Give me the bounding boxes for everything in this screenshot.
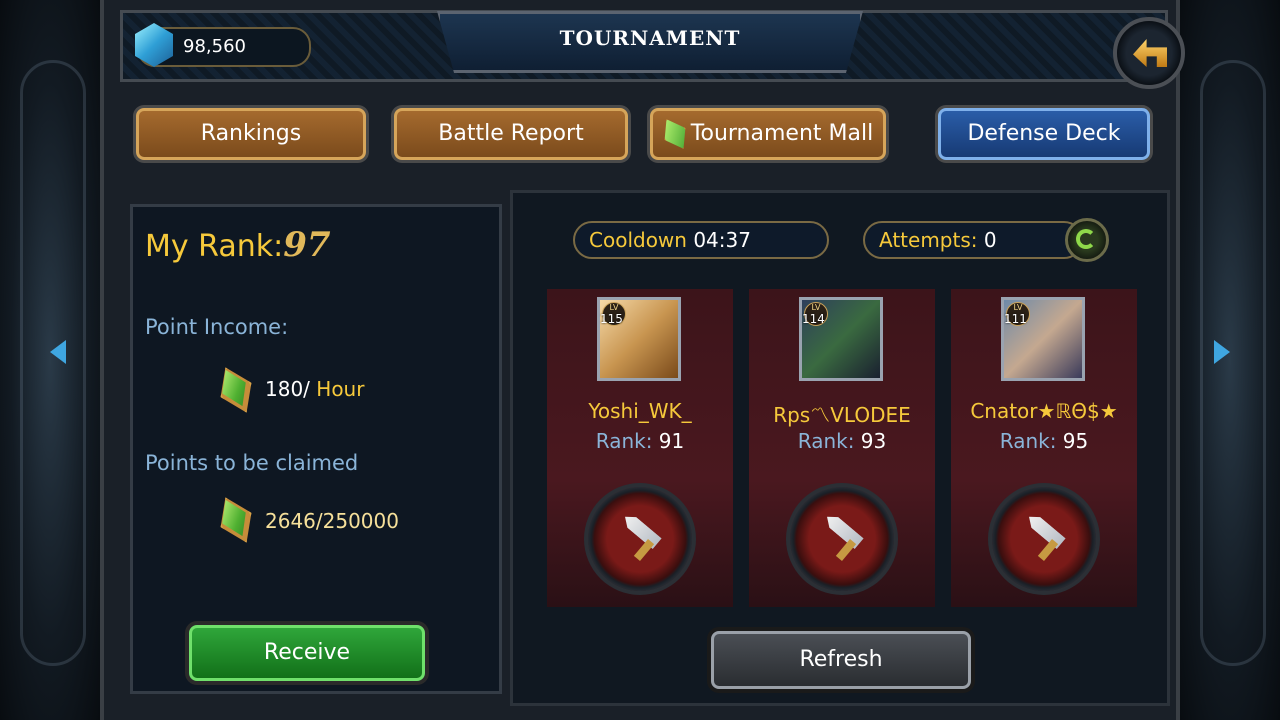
main-frame: 98,560 TOURNAMENT Rankings Battle Report… — [100, 0, 1185, 720]
sword-icon — [621, 511, 676, 560]
page-title: TOURNAMENT — [559, 26, 741, 50]
sword-guard-icon — [633, 539, 655, 561]
gem-icon — [135, 23, 173, 67]
point-income-value: 180/ Hour — [265, 377, 364, 401]
sword-icon — [823, 511, 878, 560]
opponent-name: Cnator★ℝΘ$★ — [970, 399, 1118, 423]
opponent-level: 114 — [802, 312, 825, 326]
attempts-value: 0 — [977, 228, 997, 252]
refresh-label: Refresh — [799, 647, 883, 672]
cooldown-display: Cooldown 04:37 — [573, 221, 829, 259]
opponent-card: LV 111 Cnator★ℝΘ$★ Rank: 95 — [951, 289, 1137, 607]
sword-guard-icon — [1037, 539, 1059, 561]
my-rank-label: My Rank: — [145, 229, 284, 264]
tab-row: Rankings Battle Report Tournament Mall D… — [120, 96, 1168, 174]
opponent-avatar[interactable]: LV 115 — [597, 297, 681, 381]
opponents-panel: Cooldown 04:37 Attempts: 0 LV 115 Yoshi_… — [510, 190, 1170, 706]
attack-button[interactable] — [992, 487, 1096, 591]
attempts-refresh-button[interactable] — [1065, 218, 1109, 262]
attempts-display: Attempts: 0 — [863, 221, 1083, 259]
opponent-level: 111 — [1004, 312, 1027, 326]
rankings-label: Rankings — [200, 121, 302, 146]
rank-label: Rank: — [797, 429, 855, 453]
back-arrow-icon — [1133, 39, 1167, 67]
cooldown-label: Cooldown — [589, 228, 687, 252]
gem-counter[interactable]: 98,560 — [135, 23, 311, 67]
my-rank: My Rank:97 — [145, 225, 331, 265]
rank-label: Rank: — [999, 429, 1057, 453]
prev-page-arrow-icon[interactable] — [50, 340, 66, 364]
defense-deck-button[interactable]: Defense Deck — [938, 108, 1150, 160]
attack-button[interactable] — [588, 487, 692, 591]
my-rank-panel: My Rank:97 Point Income: 180/ Hour Point… — [130, 204, 502, 694]
gem-count: 98,560 — [183, 36, 246, 57]
opponent-rank: Rank: 95 — [951, 429, 1137, 453]
rank-value: 95 — [1056, 429, 1089, 453]
refresh-button[interactable]: Refresh — [711, 631, 971, 689]
opponent-level: 115 — [600, 312, 623, 326]
refresh-icon — [1076, 229, 1096, 249]
next-page-arrow-icon[interactable] — [1214, 340, 1230, 364]
left-side-ornament — [0, 0, 100, 720]
defense-deck-label: Defense Deck — [967, 121, 1121, 146]
point-income-label: Point Income: — [145, 315, 289, 339]
points-claim-label: Points to be claimed — [145, 451, 359, 475]
title-plate: TOURNAMENT — [437, 11, 863, 73]
cooldown-value: 04:37 — [686, 228, 751, 252]
right-side-ornament — [1180, 0, 1280, 720]
sword-icon — [1025, 511, 1080, 560]
tournament-mall-label: Tournament Mall — [690, 121, 874, 146]
opponent-name: Yoshi_WK_ — [588, 399, 692, 423]
point-income-amount: 180/ — [265, 377, 310, 401]
attempts-label: Attempts: — [879, 228, 978, 252]
tournament-mall-button[interactable]: Tournament Mall — [650, 108, 886, 160]
rankings-button[interactable]: Rankings — [136, 108, 366, 160]
header-bar: 98,560 TOURNAMENT — [120, 10, 1185, 89]
crystal-icon — [656, 113, 694, 154]
opponent-rank: Rank: 93 — [749, 429, 935, 453]
point-income-unit: Hour — [309, 377, 365, 401]
opponent-rank: Rank: 91 — [547, 429, 733, 453]
rank-label: Rank: — [595, 429, 653, 453]
opponent-avatar[interactable]: LV 114 — [799, 297, 883, 381]
right-ornament-curl — [1200, 60, 1266, 666]
back-button[interactable] — [1113, 17, 1185, 89]
my-rank-value: 97 — [283, 225, 331, 265]
opponent-name: Rps〽VLODEE — [773, 403, 911, 427]
points-claim-value: 2646/250000 — [265, 509, 399, 533]
battle-report-label: Battle Report — [438, 121, 584, 146]
opponent-card: LV 114 Rps〽VLODEE Rank: 93 — [749, 289, 935, 607]
rank-value: 91 — [652, 429, 685, 453]
receive-button[interactable]: Receive — [189, 625, 425, 681]
battle-report-button[interactable]: Battle Report — [394, 108, 628, 160]
rank-value: 93 — [854, 429, 887, 453]
attack-button[interactable] — [790, 487, 894, 591]
sword-guard-icon — [835, 539, 857, 561]
opponent-avatar[interactable]: LV 111 — [1001, 297, 1085, 381]
receive-label: Receive — [263, 640, 351, 665]
opponent-card: LV 115 Yoshi_WK_ Rank: 91 — [547, 289, 733, 607]
